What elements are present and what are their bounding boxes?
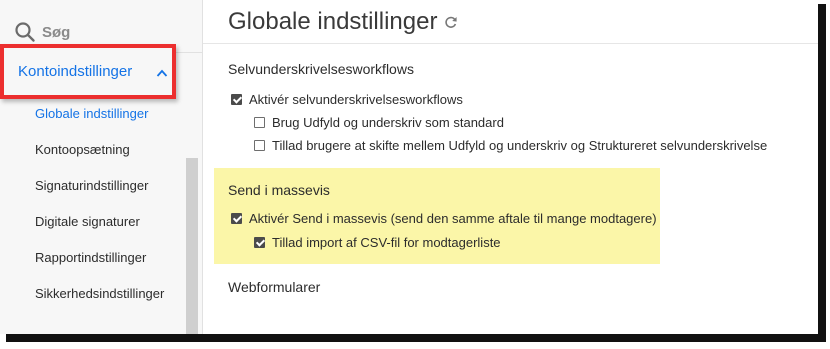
checkbox-unchecked[interactable] <box>254 117 265 128</box>
section-title-self-sign: Selvunderskrivelsesworkflows <box>228 61 414 77</box>
sidebar-section-account-settings[interactable]: Kontoindstillinger <box>0 44 176 99</box>
option-label: Brug Udfyld og underskriv som standard <box>272 115 504 130</box>
sidebar-item-security-settings[interactable]: Sikkerhedsindstillinger <box>35 286 164 301</box>
sidebar-item-report-settings[interactable]: Rapportindstillinger <box>35 250 146 265</box>
header-divider <box>203 43 818 44</box>
page-title: Globale indstillinger <box>228 8 438 35</box>
sidebar-scrollbar[interactable] <box>186 158 198 334</box>
section-title-bulk-send: Send i massevis <box>228 182 330 198</box>
sidebar: Søg Kontoindstillinger Globale indstilli… <box>0 0 203 334</box>
option-allow-switch[interactable]: Tillad brugere at skifte mellem Udfyld o… <box>254 138 767 153</box>
checkbox-checked[interactable] <box>254 237 265 248</box>
section-title-web-forms: Webformularer <box>228 279 321 295</box>
checkbox-checked[interactable] <box>231 94 242 105</box>
option-label: Tillad import af CSV-fil for modtagerlis… <box>272 235 501 250</box>
sidebar-section-label: Kontoindstillinger <box>18 63 133 80</box>
option-label: Aktivér selvunderskrivelsesworkflows <box>249 92 463 107</box>
search-field[interactable]: Søg <box>14 20 70 44</box>
sidebar-item-global-settings[interactable]: Globale indstillinger <box>35 106 148 121</box>
option-allow-csv-import[interactable]: Tillad import af CSV-fil for modtagerlis… <box>254 235 501 250</box>
chevron-up-icon <box>156 69 168 77</box>
sidebar-item-digital-signatures[interactable]: Digitale signaturer <box>35 214 140 229</box>
sidebar-item-signature-settings[interactable]: Signaturindstillinger <box>35 178 148 193</box>
option-enable-bulk-send[interactable]: Aktivér Send i massevis (send den samme … <box>231 211 657 226</box>
refresh-icon[interactable] <box>443 14 459 30</box>
checkbox-unchecked[interactable] <box>254 140 265 151</box>
option-label: Tillad brugere at skifte mellem Udfyld o… <box>272 138 768 153</box>
option-enable-self-sign[interactable]: Aktivér selvunderskrivelsesworkflows <box>231 92 463 107</box>
app-screenshot: Søg Kontoindstillinger Globale indstilli… <box>0 0 818 334</box>
frame-shadow-right <box>818 4 826 342</box>
page-header: Globale indstillinger <box>228 8 459 36</box>
frame-shadow-bottom <box>6 334 826 342</box>
sidebar-item-account-setup[interactable]: Kontoopsætning <box>35 142 130 157</box>
option-label: Aktivér Send i massevis (send den samme … <box>249 211 657 226</box>
search-icon <box>15 22 35 42</box>
option-fill-sign-default[interactable]: Brug Udfyld og underskriv som standard <box>254 115 504 130</box>
checkbox-checked[interactable] <box>231 213 242 224</box>
search-placeholder: Søg <box>42 23 71 41</box>
